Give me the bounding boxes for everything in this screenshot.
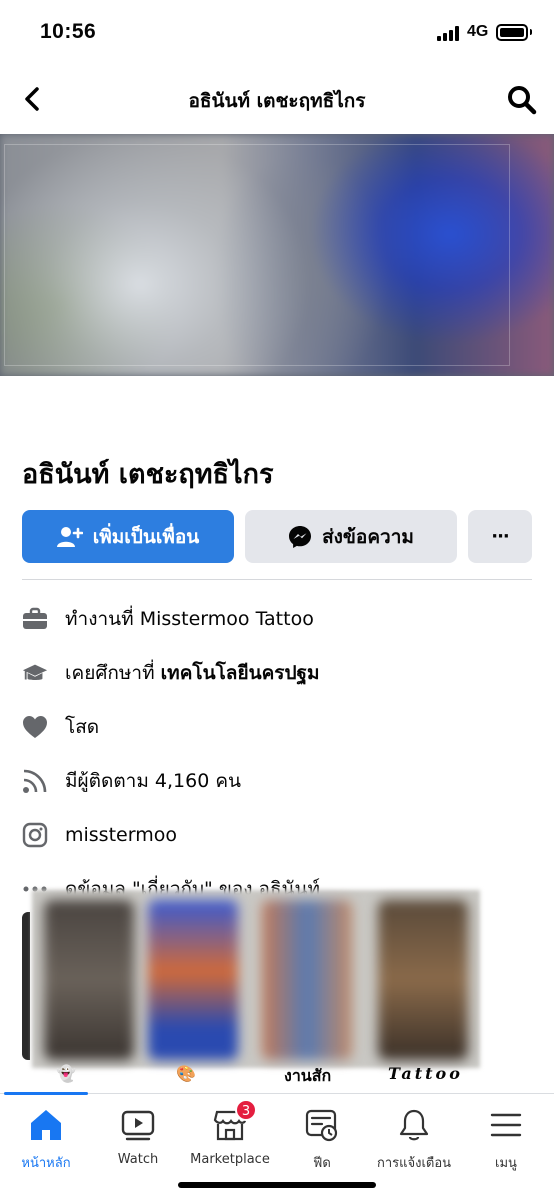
feed-icon <box>305 1108 339 1142</box>
status-time: 10:56 <box>40 20 97 43</box>
featured-label-tattoo: Tattoo <box>388 1064 463 1083</box>
search-button[interactable] <box>506 84 538 116</box>
divider <box>22 579 532 580</box>
add-friend-icon <box>56 526 83 547</box>
messenger-icon <box>289 525 312 548</box>
featured-label-tattoo-th: งานสัก <box>284 1066 332 1085</box>
home-indicator <box>178 1182 376 1188</box>
home-icon <box>29 1108 63 1142</box>
tab-marketplace[interactable]: 3 Marketplace <box>180 1099 280 1167</box>
featured-photo-4[interactable] <box>378 900 468 1060</box>
menu-icon <box>489 1108 523 1142</box>
education-school[interactable]: เทคโนโลยีนครปฐม <box>161 662 320 684</box>
followers-icon <box>22 768 48 794</box>
info-work[interactable]: ทำงานที่ Misstermoo Tattoo <box>22 592 542 646</box>
cover-photo[interactable] <box>0 134 554 376</box>
bell-icon <box>397 1108 431 1142</box>
tab-watch[interactable]: Watch <box>88 1108 188 1167</box>
featured-photo-2[interactable] <box>148 900 238 1060</box>
message-button[interactable]: ส่งข้อความ <box>245 510 457 563</box>
tab-feed-label: ฟีด <box>313 1156 331 1171</box>
intro-list: ทำงานที่ Misstermoo Tattoo เคยศึกษาที่ เ… <box>22 592 542 916</box>
signal-icon <box>437 26 461 41</box>
education-prefix: เคยศึกษาที่ <box>65 662 161 684</box>
info-followers[interactable]: มีผู้ติดตาม 4,160 คน <box>22 754 542 808</box>
watch-icon <box>121 1108 155 1142</box>
palette-emoji: 🎨 <box>176 1064 196 1083</box>
more-dots-icon: ··· <box>491 526 509 547</box>
featured-photo-3[interactable] <box>262 900 352 1060</box>
message-label: ส่งข้อความ <box>322 525 414 548</box>
featured-photo-1[interactable] <box>44 900 134 1060</box>
tab-watch-label: Watch <box>117 1152 159 1167</box>
tab-home-label: หน้าหลัก <box>21 1156 71 1171</box>
more-options-button[interactable]: ··· <box>468 510 532 563</box>
marketplace-icon: 3 <box>213 1099 257 1142</box>
tab-menu[interactable]: เมนู <box>456 1108 554 1173</box>
profile-name: อธินันท์ เตชะฤทธิไกร <box>22 459 274 490</box>
info-instagram[interactable]: misstermoo <box>22 808 542 862</box>
graduation-cap-icon <box>22 660 48 686</box>
featured-photos <box>22 890 554 1068</box>
tab-menu-label: เมนู <box>495 1156 517 1171</box>
instagram-icon <box>22 822 48 848</box>
info-work-text: ทำงานที่ Misstermoo Tattoo <box>65 608 314 630</box>
featured-labels: 👻 🎨 งานสัก Tattoo <box>22 1064 554 1092</box>
tab-marketplace-label: Marketplace <box>190 1152 270 1167</box>
tab-notifications[interactable]: การแจ้งเตือน <box>364 1108 464 1173</box>
profile-header: อธินันท์ เตชะฤทธิไกร <box>0 70 554 130</box>
tab-notifications-label: การแจ้งเตือน <box>376 1156 452 1171</box>
cover-blur-region <box>4 144 510 366</box>
tab-feed[interactable]: ฟีด <box>272 1108 372 1173</box>
marketplace-badge: 3 <box>235 1099 257 1121</box>
status-bar: 10:56 4G <box>0 0 554 66</box>
info-relationship[interactable]: โสด <box>22 700 542 754</box>
battery-icon <box>496 24 528 41</box>
heart-icon <box>22 714 48 740</box>
info-education[interactable]: เคยศึกษาที่ เทคโนโลยีนครปฐม <box>22 646 542 700</box>
add-friend-label: เพิ่มเป็นเพื่อน <box>92 525 200 548</box>
network-type: 4G <box>467 23 489 40</box>
ghost-emoji: 👻 <box>56 1064 76 1083</box>
page-title: อธินันท์ เตชะฤทธิไกร <box>188 90 366 112</box>
add-friend-button[interactable]: เพิ่มเป็นเพื่อน <box>22 510 234 563</box>
featured-photo-edge[interactable] <box>22 912 30 1060</box>
info-relationship-text: โสด <box>65 716 100 738</box>
info-instagram-text: misstermoo <box>65 824 177 846</box>
info-followers-text: มีผู้ติดตาม 4,160 คน <box>65 770 242 792</box>
tab-home[interactable]: หน้าหลัก <box>0 1108 96 1173</box>
briefcase-icon <box>22 606 48 632</box>
battery-tip <box>530 29 532 35</box>
search-icon <box>508 86 537 115</box>
info-education-text: เคยศึกษาที่ เทคโนโลยีนครปฐม <box>65 658 320 688</box>
active-tab-indicator <box>4 1092 88 1095</box>
